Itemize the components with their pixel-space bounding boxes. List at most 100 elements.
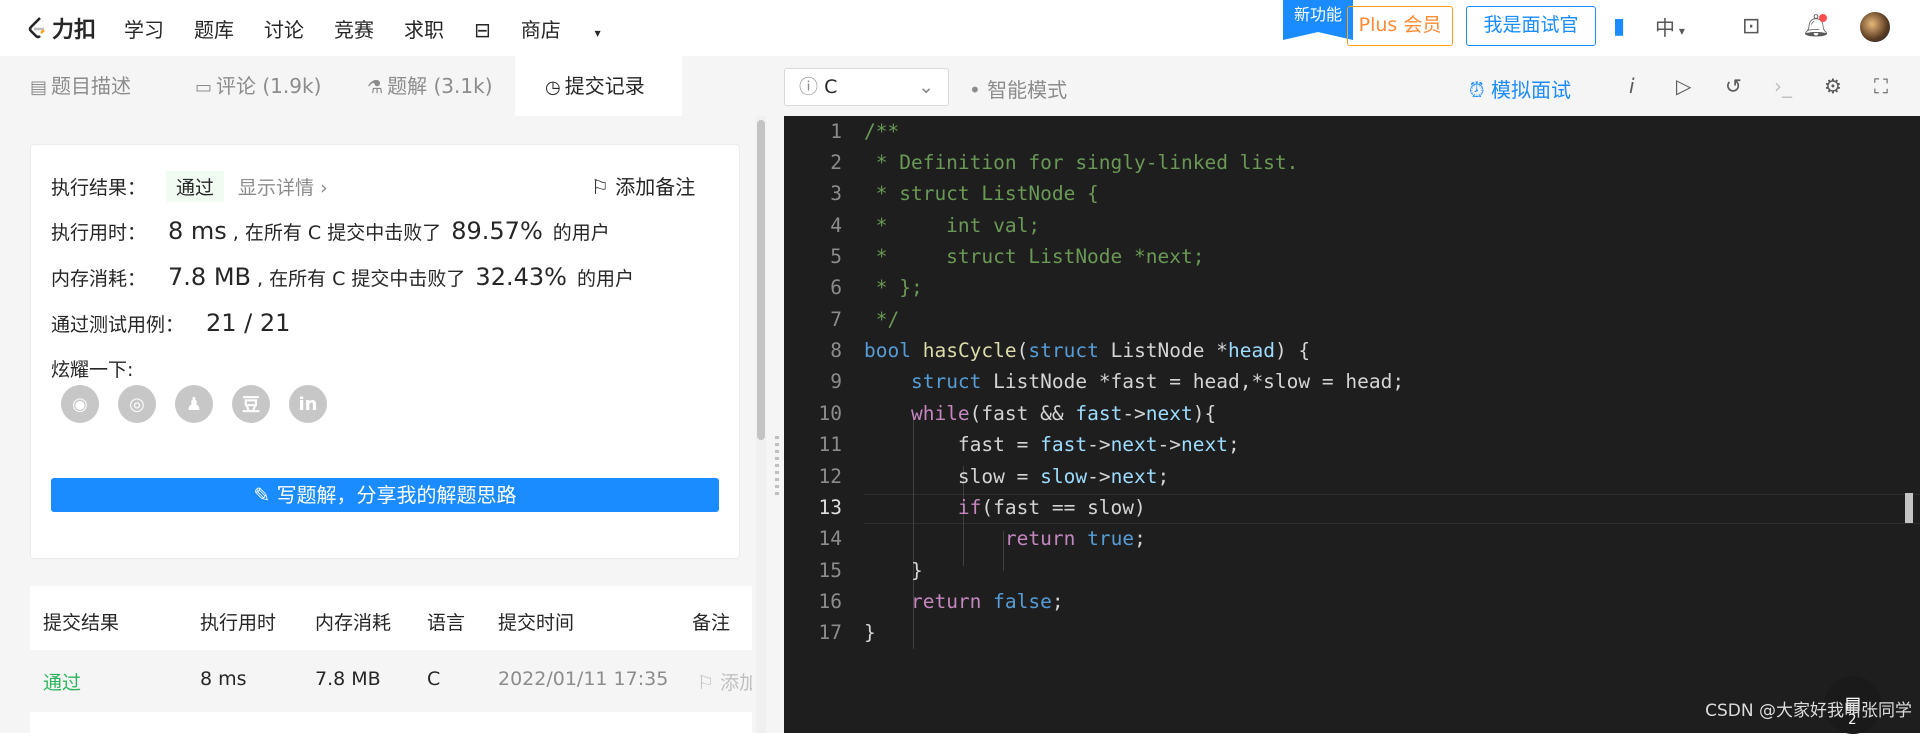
code-line: } bbox=[864, 621, 876, 644]
pencil-icon: ✎ bbox=[253, 483, 271, 507]
status-badge: 通过 bbox=[166, 171, 225, 202]
tab-submissions[interactable]: ◷ 提交记录 bbox=[515, 56, 682, 116]
line-number: 5 bbox=[830, 245, 842, 268]
line-number: 7 bbox=[830, 308, 842, 331]
weibo-icon[interactable]: ◎ bbox=[118, 385, 156, 423]
tab-comments[interactable]: ▭ 评论 (1.9k) bbox=[195, 56, 321, 116]
code-line: * Definition for singly-linked list. bbox=[864, 151, 1299, 174]
notification-dot bbox=[1819, 14, 1827, 22]
nav-link-contest[interactable]: 竞赛 bbox=[334, 14, 374, 43]
info-icon: ⓘ bbox=[799, 76, 819, 98]
document-icon: ▤ bbox=[30, 77, 48, 98]
runtime-label: 执行用时： bbox=[51, 222, 147, 244]
share-label: 炫耀一下: bbox=[51, 359, 134, 381]
memory-text: , 在所有 C 提交中击败了 bbox=[256, 268, 466, 290]
comment-icon: ▭ bbox=[195, 77, 213, 98]
mock-interview-button[interactable]: ⏰︎ 模拟面试 bbox=[1469, 74, 1571, 103]
nav-link-discuss[interactable]: 讨论 bbox=[264, 14, 304, 43]
line-number: 12 bbox=[818, 465, 842, 488]
row-add-note[interactable]: ⚐ 添加 bbox=[697, 668, 752, 695]
logo-text: 力扣 bbox=[52, 18, 97, 43]
result-label: 执行结果： bbox=[51, 177, 147, 199]
run-icon[interactable]: ▷ bbox=[1676, 74, 1691, 98]
line-number: 15 bbox=[818, 559, 842, 582]
line-number: 6 bbox=[830, 276, 842, 299]
left-tab-bar: ▤ 题目描述 ▭ 评论 (1.9k) ⚗︎ 题解 (3.1k) ◷ 提交记录 bbox=[0, 56, 770, 116]
code-editor[interactable]: 1 2 3 4 5 6 7 8 9 10 11 12 13 14 15 16 1… bbox=[784, 116, 1920, 734]
dot-icon: • bbox=[969, 78, 981, 102]
col-header-note: 备注 bbox=[692, 612, 731, 634]
nav-link-shop[interactable]: ⊟ 商店 ▾ bbox=[474, 14, 631, 43]
code-line: bool hasCycle(struct ListNode *head) { bbox=[864, 339, 1311, 362]
code-line: while(fast && fast->next){ bbox=[910, 402, 1217, 425]
runtime-text: , 在所有 C 提交中击败了 bbox=[232, 222, 442, 244]
editor-scroll-marker[interactable] bbox=[1905, 493, 1913, 523]
console-icon[interactable]: ›_ bbox=[1774, 74, 1792, 98]
reset-icon[interactable]: ↺ bbox=[1725, 74, 1742, 98]
mobile-icon[interactable]: ▮ bbox=[1613, 14, 1625, 39]
memory-value: 7.8 MB bbox=[168, 263, 251, 291]
pane-divider[interactable] bbox=[770, 56, 784, 733]
plus-member-button[interactable]: Plus 会员 bbox=[1347, 6, 1453, 46]
line-number: 4 bbox=[830, 214, 842, 237]
wechat-icon[interactable]: ◉ bbox=[61, 385, 99, 423]
line-number: 9 bbox=[830, 370, 842, 393]
row-time: 2022/01/11 17:35 bbox=[498, 668, 669, 690]
interviewer-button[interactable]: 我是面试官 bbox=[1466, 6, 1596, 46]
tab-solutions[interactable]: ⚗︎ 题解 (3.1k) bbox=[367, 56, 493, 116]
code-line: if(fast == slow) bbox=[957, 496, 1146, 519]
language-select[interactable]: ⓘ C ⌄ bbox=[784, 68, 949, 106]
code-line: * int val; bbox=[864, 214, 1041, 237]
alarm-clock-icon: ⏰︎ bbox=[1469, 78, 1485, 102]
settings-icon[interactable]: ⚙ bbox=[1824, 74, 1842, 98]
col-header-memory: 内存消耗 bbox=[315, 612, 392, 634]
playground-icon[interactable]: ⊡ bbox=[1742, 14, 1760, 39]
code-line: * struct ListNode *next; bbox=[864, 245, 1205, 268]
runtime-percent: 89.57% bbox=[451, 217, 543, 245]
row-result[interactable]: 通过 bbox=[43, 668, 81, 695]
result-card: 执行结果： 通过 显示详情 › ⚐ 添加备注 执行用时： 8 ms , 在所有 … bbox=[30, 144, 740, 559]
line-number: 13 bbox=[818, 496, 842, 519]
language-switch[interactable]: 中 ▾ bbox=[1655, 12, 1685, 41]
write-solution-button[interactable]: ✎ 写题解，分享我的解题思路 bbox=[51, 478, 719, 512]
add-note-button[interactable]: ⚐ 添加备注 bbox=[591, 171, 695, 200]
qq-icon[interactable]: ♟ bbox=[175, 385, 213, 423]
nav-link-problems[interactable]: 题库 bbox=[194, 14, 234, 43]
col-header-runtime: 执行用时 bbox=[200, 612, 277, 634]
tab-description[interactable]: ▤ 题目描述 bbox=[30, 56, 131, 116]
douban-icon[interactable]: 豆 bbox=[232, 385, 270, 423]
code-line: fast = fast->next->next; bbox=[864, 433, 1240, 456]
leetcode-logo-icon bbox=[28, 17, 45, 39]
code-line: */ bbox=[864, 308, 900, 331]
drag-handle[interactable] bbox=[775, 436, 779, 496]
info-italic-icon[interactable]: i bbox=[1629, 74, 1635, 98]
tests-label: 通过测试用例： bbox=[51, 314, 185, 336]
avatar[interactable] bbox=[1860, 12, 1890, 42]
nav-link-jobs[interactable]: 求职 bbox=[404, 14, 444, 43]
line-number: 14 bbox=[818, 527, 842, 550]
row-memory: 7.8 MB bbox=[315, 668, 381, 690]
scrollbar-thumb[interactable] bbox=[757, 120, 765, 440]
code-line: return true; bbox=[1004, 527, 1146, 550]
fullscreen-icon[interactable]: ⛶ bbox=[1874, 74, 1888, 98]
caret-down-icon: ▾ bbox=[1675, 24, 1685, 38]
caret-down-icon: ▾ bbox=[590, 25, 601, 40]
watermark: CSDN @大家好我叫张同学 bbox=[1705, 701, 1912, 721]
linkedin-icon[interactable]: in bbox=[289, 385, 327, 423]
code-line: } bbox=[864, 559, 923, 582]
row-runtime: 8 ms bbox=[200, 668, 247, 690]
show-detail-link[interactable]: 显示详情 › bbox=[238, 173, 328, 200]
memory-percent: 32.43% bbox=[475, 263, 567, 291]
logo[interactable]: 力扣 bbox=[26, 12, 96, 44]
smart-mode-toggle[interactable]: • 智能模式 bbox=[969, 74, 1067, 103]
flag-icon: ⚐ bbox=[591, 175, 609, 199]
editor-toolbar: ⓘ C ⌄ • 智能模式 ⏰︎ 模拟面试 i ▷ ↺ ›_ ⚙ ⛶ bbox=[784, 56, 1920, 116]
memory-users: 的用户 bbox=[576, 268, 634, 290]
code-line: * struct ListNode { bbox=[864, 182, 1099, 205]
top-nav: 力扣 学习 题库 讨论 竞赛 求职 ⊟ 商店 ▾ bbox=[0, 0, 1920, 56]
flag-icon: ⚐ bbox=[697, 672, 715, 694]
nav-link-learn[interactable]: 学习 bbox=[124, 14, 164, 43]
shop-icon: ⊟ bbox=[474, 17, 491, 42]
submission-panel: 执行结果： 通过 显示详情 › ⚐ 添加备注 执行用时： 8 ms , 在所有 … bbox=[0, 116, 770, 733]
line-number: 2 bbox=[830, 151, 842, 174]
